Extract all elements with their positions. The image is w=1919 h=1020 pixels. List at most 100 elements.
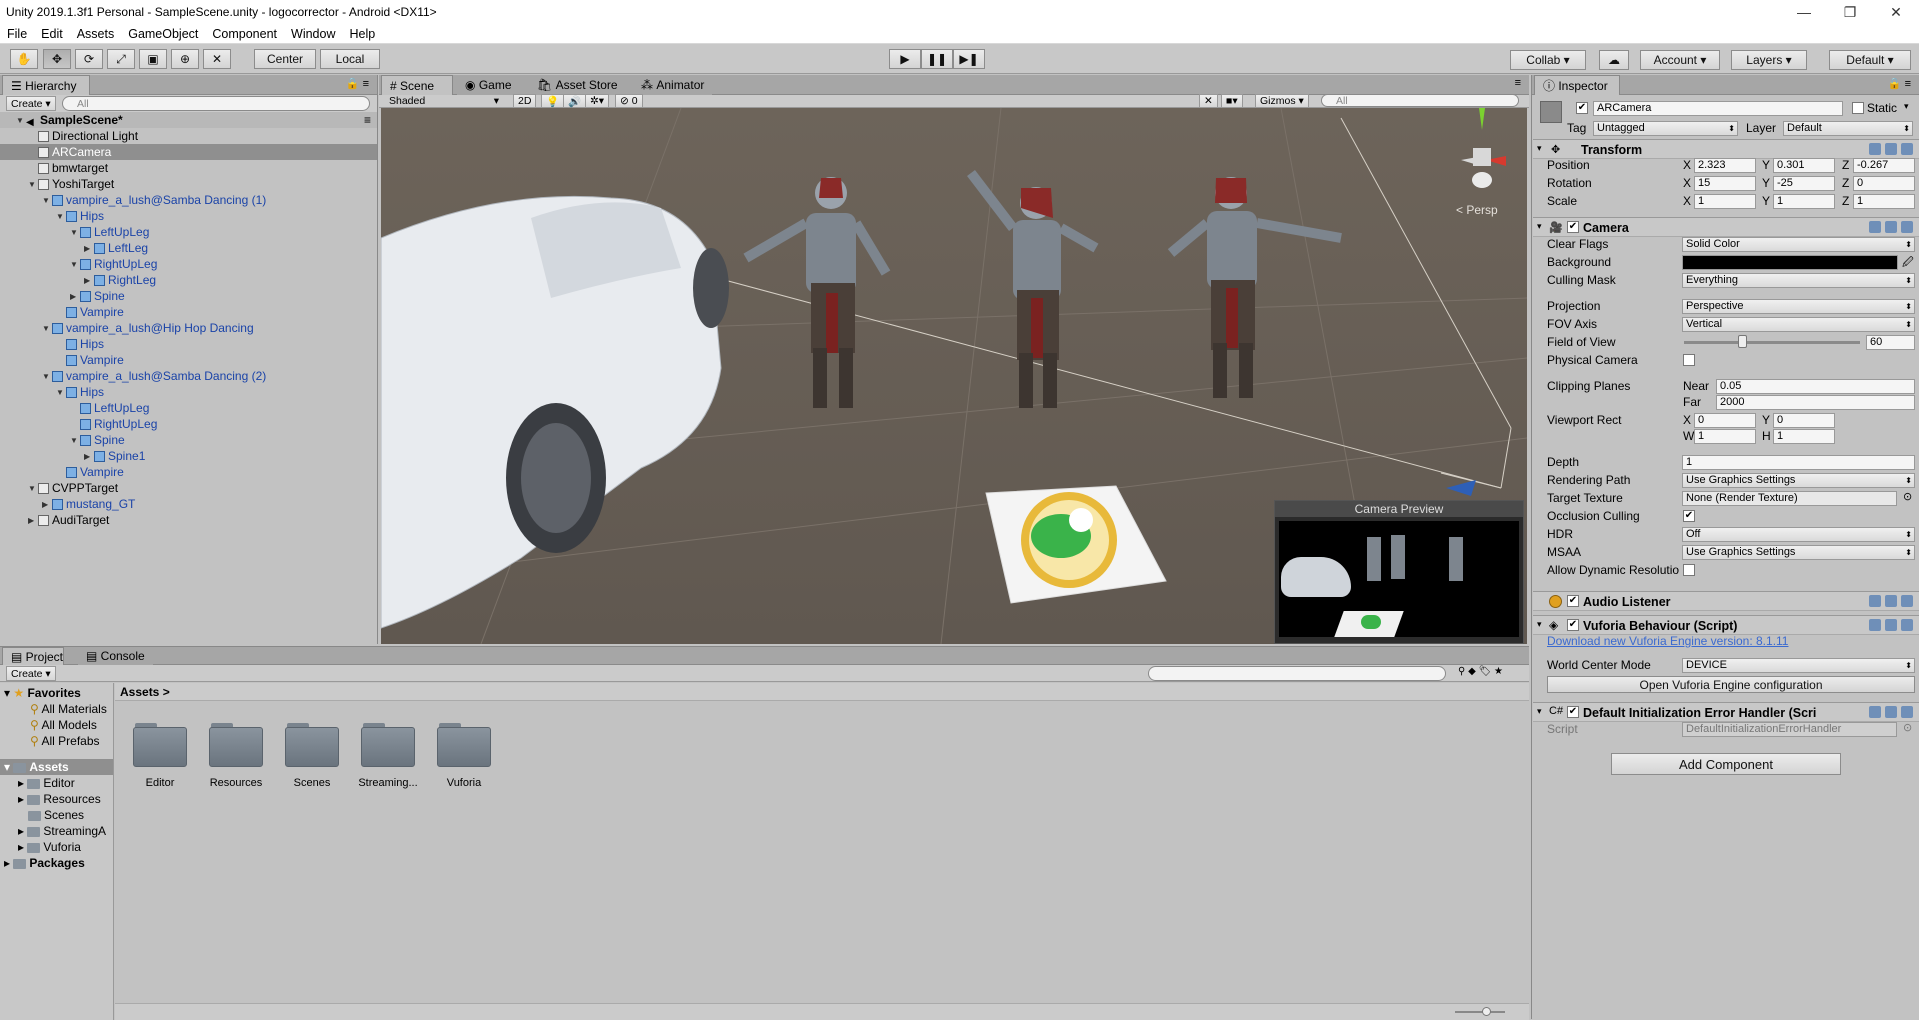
scene-menu-icon[interactable]: ≡ bbox=[364, 112, 371, 128]
tag-dropdown[interactable]: Untagged bbox=[1593, 121, 1738, 136]
maximize-icon[interactable]: ❐ bbox=[1827, 0, 1873, 24]
static-dropdown-icon[interactable]: ▾ bbox=[1904, 101, 1909, 112]
viewport-y-field[interactable]: 0 bbox=[1773, 413, 1835, 428]
hierarchy-item[interactable]: ▼ vampire_a_lush@Samba Dancing (1) bbox=[0, 192, 377, 208]
object-name-field[interactable]: ARCamera bbox=[1593, 101, 1843, 116]
collab-dropdown[interactable]: Collab ▾ bbox=[1510, 50, 1586, 70]
hdr-dropdown[interactable]: Off bbox=[1682, 527, 1915, 542]
expand-arrow-icon[interactable]: ▶ bbox=[70, 289, 80, 305]
cloud-icon[interactable]: ☁ bbox=[1599, 50, 1629, 70]
vuforia-header[interactable]: ▾ ◈ ✔ Vuforia Behaviour (Script) bbox=[1533, 615, 1919, 635]
tab-project[interactable]: ▤ Project bbox=[2, 647, 64, 665]
camera-settings-icon[interactable]: ■▾ bbox=[1221, 94, 1243, 108]
expand-arrow-icon[interactable]: ▼ bbox=[70, 225, 80, 241]
layers-dropdown[interactable]: Layers ▾ bbox=[1731, 50, 1807, 70]
msaa-dropdown[interactable]: Use Graphics Settings bbox=[1682, 545, 1915, 560]
panel-menu-icon[interactable]: 🔒 ≡ bbox=[346, 77, 369, 90]
hierarchy-item[interactable]: ▶ Spine1 bbox=[0, 448, 377, 464]
step-button[interactable]: ▶❚ bbox=[953, 49, 985, 69]
menu-file[interactable]: File bbox=[0, 27, 34, 41]
transform-header[interactable]: ▾ ✥ Transform bbox=[1533, 139, 1919, 159]
hierarchy-item[interactable]: ▼ Hips bbox=[0, 384, 377, 400]
tab-game[interactable]: ◉ Game bbox=[457, 75, 520, 95]
menu-window[interactable]: Window bbox=[284, 27, 342, 41]
expand-arrow-icon[interactable]: ▶ bbox=[84, 241, 94, 257]
custom-tool-icon[interactable]: ✕ bbox=[203, 49, 231, 69]
hidden-count-badge[interactable]: ⊘ 0 bbox=[615, 94, 643, 108]
folder-resources[interactable] bbox=[207, 721, 265, 767]
hierarchy-item[interactable]: ▶ mustang_GT bbox=[0, 496, 377, 512]
hierarchy-item[interactable]: ARCamera bbox=[0, 144, 377, 160]
add-component-button[interactable]: Add Component bbox=[1611, 753, 1841, 775]
culling-mask-dropdown[interactable]: Everything bbox=[1682, 273, 1915, 288]
hierarchy-item[interactable]: ▶ LeftLeg bbox=[0, 240, 377, 256]
viewport-h-field[interactable]: 1 bbox=[1773, 429, 1835, 444]
audio-listener-enabled-checkbox[interactable]: ✔ bbox=[1567, 595, 1579, 607]
depth-field[interactable]: 1 bbox=[1682, 455, 1915, 470]
hierarchy-item[interactable]: ▶ RightLeg bbox=[0, 272, 377, 288]
position-x-field[interactable]: 2.323 bbox=[1694, 158, 1756, 173]
expand-arrow-icon[interactable]: ▶ bbox=[28, 513, 38, 529]
collapse-icon[interactable]: ▾ bbox=[1537, 221, 1542, 232]
lighting-icon[interactable]: 💡 bbox=[541, 94, 565, 108]
inspector-menu-icon[interactable]: 🔒 ≡ bbox=[1888, 77, 1911, 90]
scene-search-input[interactable]: All bbox=[1321, 94, 1519, 107]
favorite-all-models[interactable]: ⚲ All Models bbox=[30, 717, 97, 733]
scene-gizmo[interactable] bbox=[1461, 108, 1506, 188]
position-z-field[interactable]: -0.267 bbox=[1853, 158, 1915, 173]
component-menu-icons[interactable] bbox=[1865, 706, 1913, 721]
hierarchy-item[interactable]: RightUpLeg bbox=[0, 416, 377, 432]
packages-header[interactable]: ▸ Packages bbox=[4, 855, 85, 871]
hierarchy-item[interactable]: ▼ LeftUpLeg bbox=[0, 224, 377, 240]
viewport-x-field[interactable]: 0 bbox=[1694, 413, 1756, 428]
hierarchy-item[interactable]: ▼ RightUpLeg bbox=[0, 256, 377, 272]
fov-slider-track[interactable] bbox=[1684, 341, 1860, 344]
tree-item-resources[interactable]: ▸ Resources bbox=[18, 791, 101, 807]
expand-arrow-icon[interactable]: ▶ bbox=[84, 273, 94, 289]
hand-tool-icon[interactable]: ✋ bbox=[10, 49, 38, 69]
expand-arrow-icon[interactable]: ▼ bbox=[28, 481, 38, 497]
tab-inspector[interactable]: ⓘ Inspector bbox=[1534, 75, 1620, 95]
project-create-button[interactable]: Create ▾ bbox=[6, 666, 56, 681]
pivot-center-button[interactable]: Center bbox=[254, 49, 316, 69]
scene-viewport[interactable]: < Persp Camera Preview bbox=[381, 108, 1527, 644]
rotate-tool-icon[interactable]: ⟳ bbox=[75, 49, 103, 69]
icon-size-slider[interactable] bbox=[1455, 1011, 1505, 1013]
move-tool-icon[interactable]: ✥ bbox=[43, 49, 71, 69]
open-vuforia-config-button[interactable]: Open Vuforia Engine configuration bbox=[1547, 676, 1915, 693]
play-button[interactable]: ▶ bbox=[889, 49, 921, 69]
pivot-local-button[interactable]: Local bbox=[320, 49, 380, 69]
tab-animator[interactable]: ⁂ Animator bbox=[633, 75, 713, 95]
hierarchy-item[interactable]: ▼ Spine bbox=[0, 432, 377, 448]
hierarchy-item[interactable]: Directional Light bbox=[0, 128, 377, 144]
hierarchy-search-input[interactable]: All bbox=[62, 96, 370, 111]
hierarchy-item[interactable]: LeftUpLeg bbox=[0, 400, 377, 416]
expand-arrow-icon[interactable]: ▼ bbox=[42, 369, 52, 385]
projection-dropdown[interactable]: Perspective bbox=[1682, 299, 1915, 314]
tools-icon[interactable]: ✕ bbox=[1199, 94, 1218, 108]
active-checkbox[interactable]: ✔ bbox=[1576, 102, 1588, 114]
component-menu-icons[interactable] bbox=[1865, 221, 1913, 236]
fov-axis-dropdown[interactable]: Vertical bbox=[1682, 317, 1915, 332]
menu-help[interactable]: Help bbox=[342, 27, 382, 41]
hierarchy-item[interactable]: Vampire bbox=[0, 464, 377, 480]
hierarchy-item[interactable]: ▼ CVPPTarget bbox=[0, 480, 377, 496]
minimize-icon[interactable]: — bbox=[1781, 0, 1827, 24]
hierarchy-item[interactable]: bmwtarget bbox=[0, 160, 377, 176]
layer-dropdown[interactable]: Default bbox=[1783, 121, 1913, 136]
camera-header[interactable]: ▾ 🎥 ✔ Camera bbox=[1533, 217, 1919, 237]
tab-console[interactable]: ▤ Console bbox=[78, 647, 153, 665]
2d-toggle[interactable]: 2D bbox=[513, 94, 537, 108]
scale-tool-icon[interactable]: ⤢ bbox=[107, 49, 135, 69]
folder-vuforia[interactable] bbox=[435, 721, 493, 767]
rotation-z-field[interactable]: 0 bbox=[1853, 176, 1915, 191]
effects-icon[interactable]: ✲▾ bbox=[585, 94, 610, 108]
tree-item-streaming[interactable]: ▸ StreamingA bbox=[18, 823, 106, 839]
collapse-icon[interactable]: ▾ bbox=[1537, 143, 1542, 154]
hierarchy-item[interactable]: ▼ vampire_a_lush@Hip Hop Dancing bbox=[0, 320, 377, 336]
account-dropdown[interactable]: Account ▾ bbox=[1640, 50, 1720, 70]
tree-item-editor[interactable]: ▸ Editor bbox=[18, 775, 75, 791]
tree-item-vuforia[interactable]: ▸ Vuforia bbox=[18, 839, 81, 855]
fov-field[interactable]: 60 bbox=[1866, 335, 1915, 350]
error-handler-header[interactable]: ▾ C# ✔ Default Initialization Error Hand… bbox=[1533, 702, 1919, 722]
